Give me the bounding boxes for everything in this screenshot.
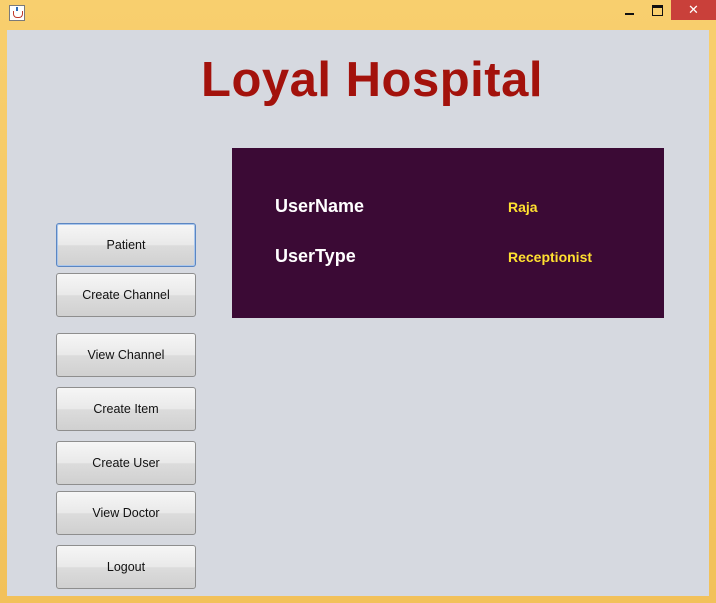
maximize-button[interactable] bbox=[643, 0, 671, 20]
minimize-icon bbox=[624, 13, 634, 15]
create-user-button[interactable]: Create User bbox=[56, 441, 196, 485]
page-title: Loyal Hospital bbox=[201, 53, 543, 107]
username-label: UserName bbox=[275, 196, 365, 216]
usertype-label: UserType bbox=[275, 246, 356, 266]
user-info-panel: UserName Raja UserType Receptionist bbox=[232, 148, 664, 318]
maximize-icon bbox=[651, 4, 663, 16]
minimize-button[interactable] bbox=[615, 0, 643, 20]
app-window: ✕ Loyal Hospital UserName Raja UserType … bbox=[0, 0, 716, 603]
create-item-button[interactable]: Create Item bbox=[56, 387, 196, 431]
view-channel-button[interactable]: View Channel bbox=[56, 333, 196, 377]
close-button[interactable]: ✕ bbox=[671, 0, 716, 20]
view-doctor-button[interactable]: View Doctor bbox=[56, 491, 196, 535]
java-app-icon[interactable] bbox=[9, 5, 25, 21]
title-bar[interactable]: ✕ bbox=[0, 0, 716, 28]
usertype-value: Receptionist bbox=[508, 249, 593, 265]
username-value: Raja bbox=[508, 199, 538, 215]
logout-button[interactable]: Logout bbox=[56, 545, 196, 589]
main-panel: Loyal Hospital UserName Raja UserType Re… bbox=[7, 30, 709, 596]
close-icon: ✕ bbox=[688, 2, 699, 18]
create-channel-button[interactable]: Create Channel bbox=[56, 273, 196, 317]
patient-button[interactable]: Patient bbox=[56, 223, 196, 267]
